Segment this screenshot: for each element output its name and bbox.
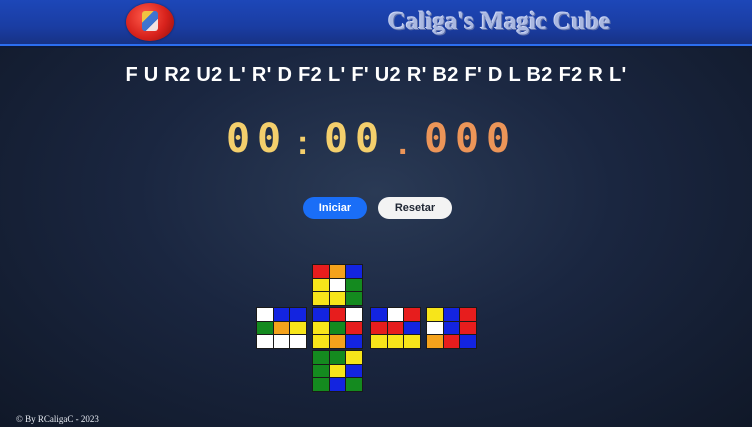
sticker-bottom-3	[313, 364, 329, 378]
sticker-left-0	[257, 308, 273, 321]
sticker-top-4	[329, 278, 346, 292]
start-button[interactable]: Iniciar	[303, 197, 367, 219]
sticker-left-8	[290, 335, 306, 348]
cube-face-top	[312, 264, 363, 306]
sticker-top-5	[346, 278, 362, 292]
sticker-bottom-2	[346, 351, 362, 364]
timer-display: 0 0 : 0 0 . 0 0 0	[0, 112, 752, 168]
scramble-sequence: F U R2 U2 L' R' D F2 L' F' U2 R' B2 F' D…	[125, 64, 627, 86]
sticker-right-7	[387, 335, 404, 348]
cube-face-right	[370, 307, 421, 349]
sticker-left-2	[290, 308, 306, 321]
timer-separator-colon: :	[297, 124, 309, 162]
sticker-right-5	[404, 321, 420, 335]
sticker-left-7	[273, 335, 290, 348]
sticker-bottom-1	[329, 351, 346, 364]
sticker-left-4	[273, 321, 290, 335]
app-header	[0, 0, 752, 46]
sticker-back-3	[427, 321, 443, 335]
sticker-bottom-4	[329, 364, 346, 378]
sticker-front-0	[313, 308, 329, 321]
sticker-right-3	[371, 321, 387, 335]
sticker-right-6	[371, 335, 387, 348]
sticker-right-4	[387, 321, 404, 335]
sticker-top-6	[313, 292, 329, 305]
cube-logo-icon	[126, 3, 174, 41]
sticker-bottom-7	[329, 378, 346, 391]
sticker-back-6	[427, 335, 443, 348]
millis-digit-3: 0	[485, 116, 511, 162]
timer-separator-dot: .	[398, 124, 408, 162]
logo-cube-shape	[142, 11, 158, 31]
sticker-left-5	[290, 321, 306, 335]
sticker-front-7	[329, 335, 346, 348]
sticker-front-6	[313, 335, 329, 348]
sticker-bottom-8	[346, 378, 362, 391]
seconds-digit-2: 0	[354, 116, 380, 162]
sticker-back-5	[460, 321, 476, 335]
sticker-right-8	[404, 335, 420, 348]
header-divider	[0, 46, 752, 48]
sticker-top-8	[346, 292, 362, 305]
sticker-back-2	[460, 308, 476, 321]
sticker-back-8	[460, 335, 476, 348]
sticker-bottom-5	[346, 364, 362, 378]
sticker-top-3	[313, 278, 329, 292]
sticker-left-1	[273, 308, 290, 321]
sticker-front-3	[313, 321, 329, 335]
sticker-bottom-6	[313, 378, 329, 391]
cube-face-back	[426, 307, 477, 349]
sticker-top-0	[313, 265, 329, 278]
sticker-back-1	[443, 308, 460, 321]
cube-face-left	[256, 307, 307, 349]
sticker-front-8	[346, 335, 362, 348]
sticker-top-1	[329, 265, 346, 278]
sticker-back-0	[427, 308, 443, 321]
cube-face-front	[312, 307, 363, 349]
reset-button[interactable]: Resetar	[378, 197, 452, 219]
footer-copyright: © By RCaligaC - 2023	[16, 414, 99, 424]
sticker-front-4	[329, 321, 346, 335]
sticker-right-0	[371, 308, 387, 321]
sticker-right-1	[387, 308, 404, 321]
app-title: Caliga's Magic Cube	[388, 8, 611, 35]
sticker-back-4	[443, 321, 460, 335]
sticker-front-5	[346, 321, 362, 335]
minutes-digit-2: 0	[256, 116, 282, 162]
sticker-left-3	[257, 321, 273, 335]
sticker-bottom-0	[313, 351, 329, 364]
sticker-top-7	[329, 292, 346, 305]
sticker-top-2	[346, 265, 362, 278]
sticker-right-2	[404, 308, 420, 321]
sticker-front-2	[346, 308, 362, 321]
sticker-left-6	[257, 335, 273, 348]
sticker-back-7	[443, 335, 460, 348]
sticker-front-1	[329, 308, 346, 321]
cube-face-bottom	[312, 350, 363, 392]
